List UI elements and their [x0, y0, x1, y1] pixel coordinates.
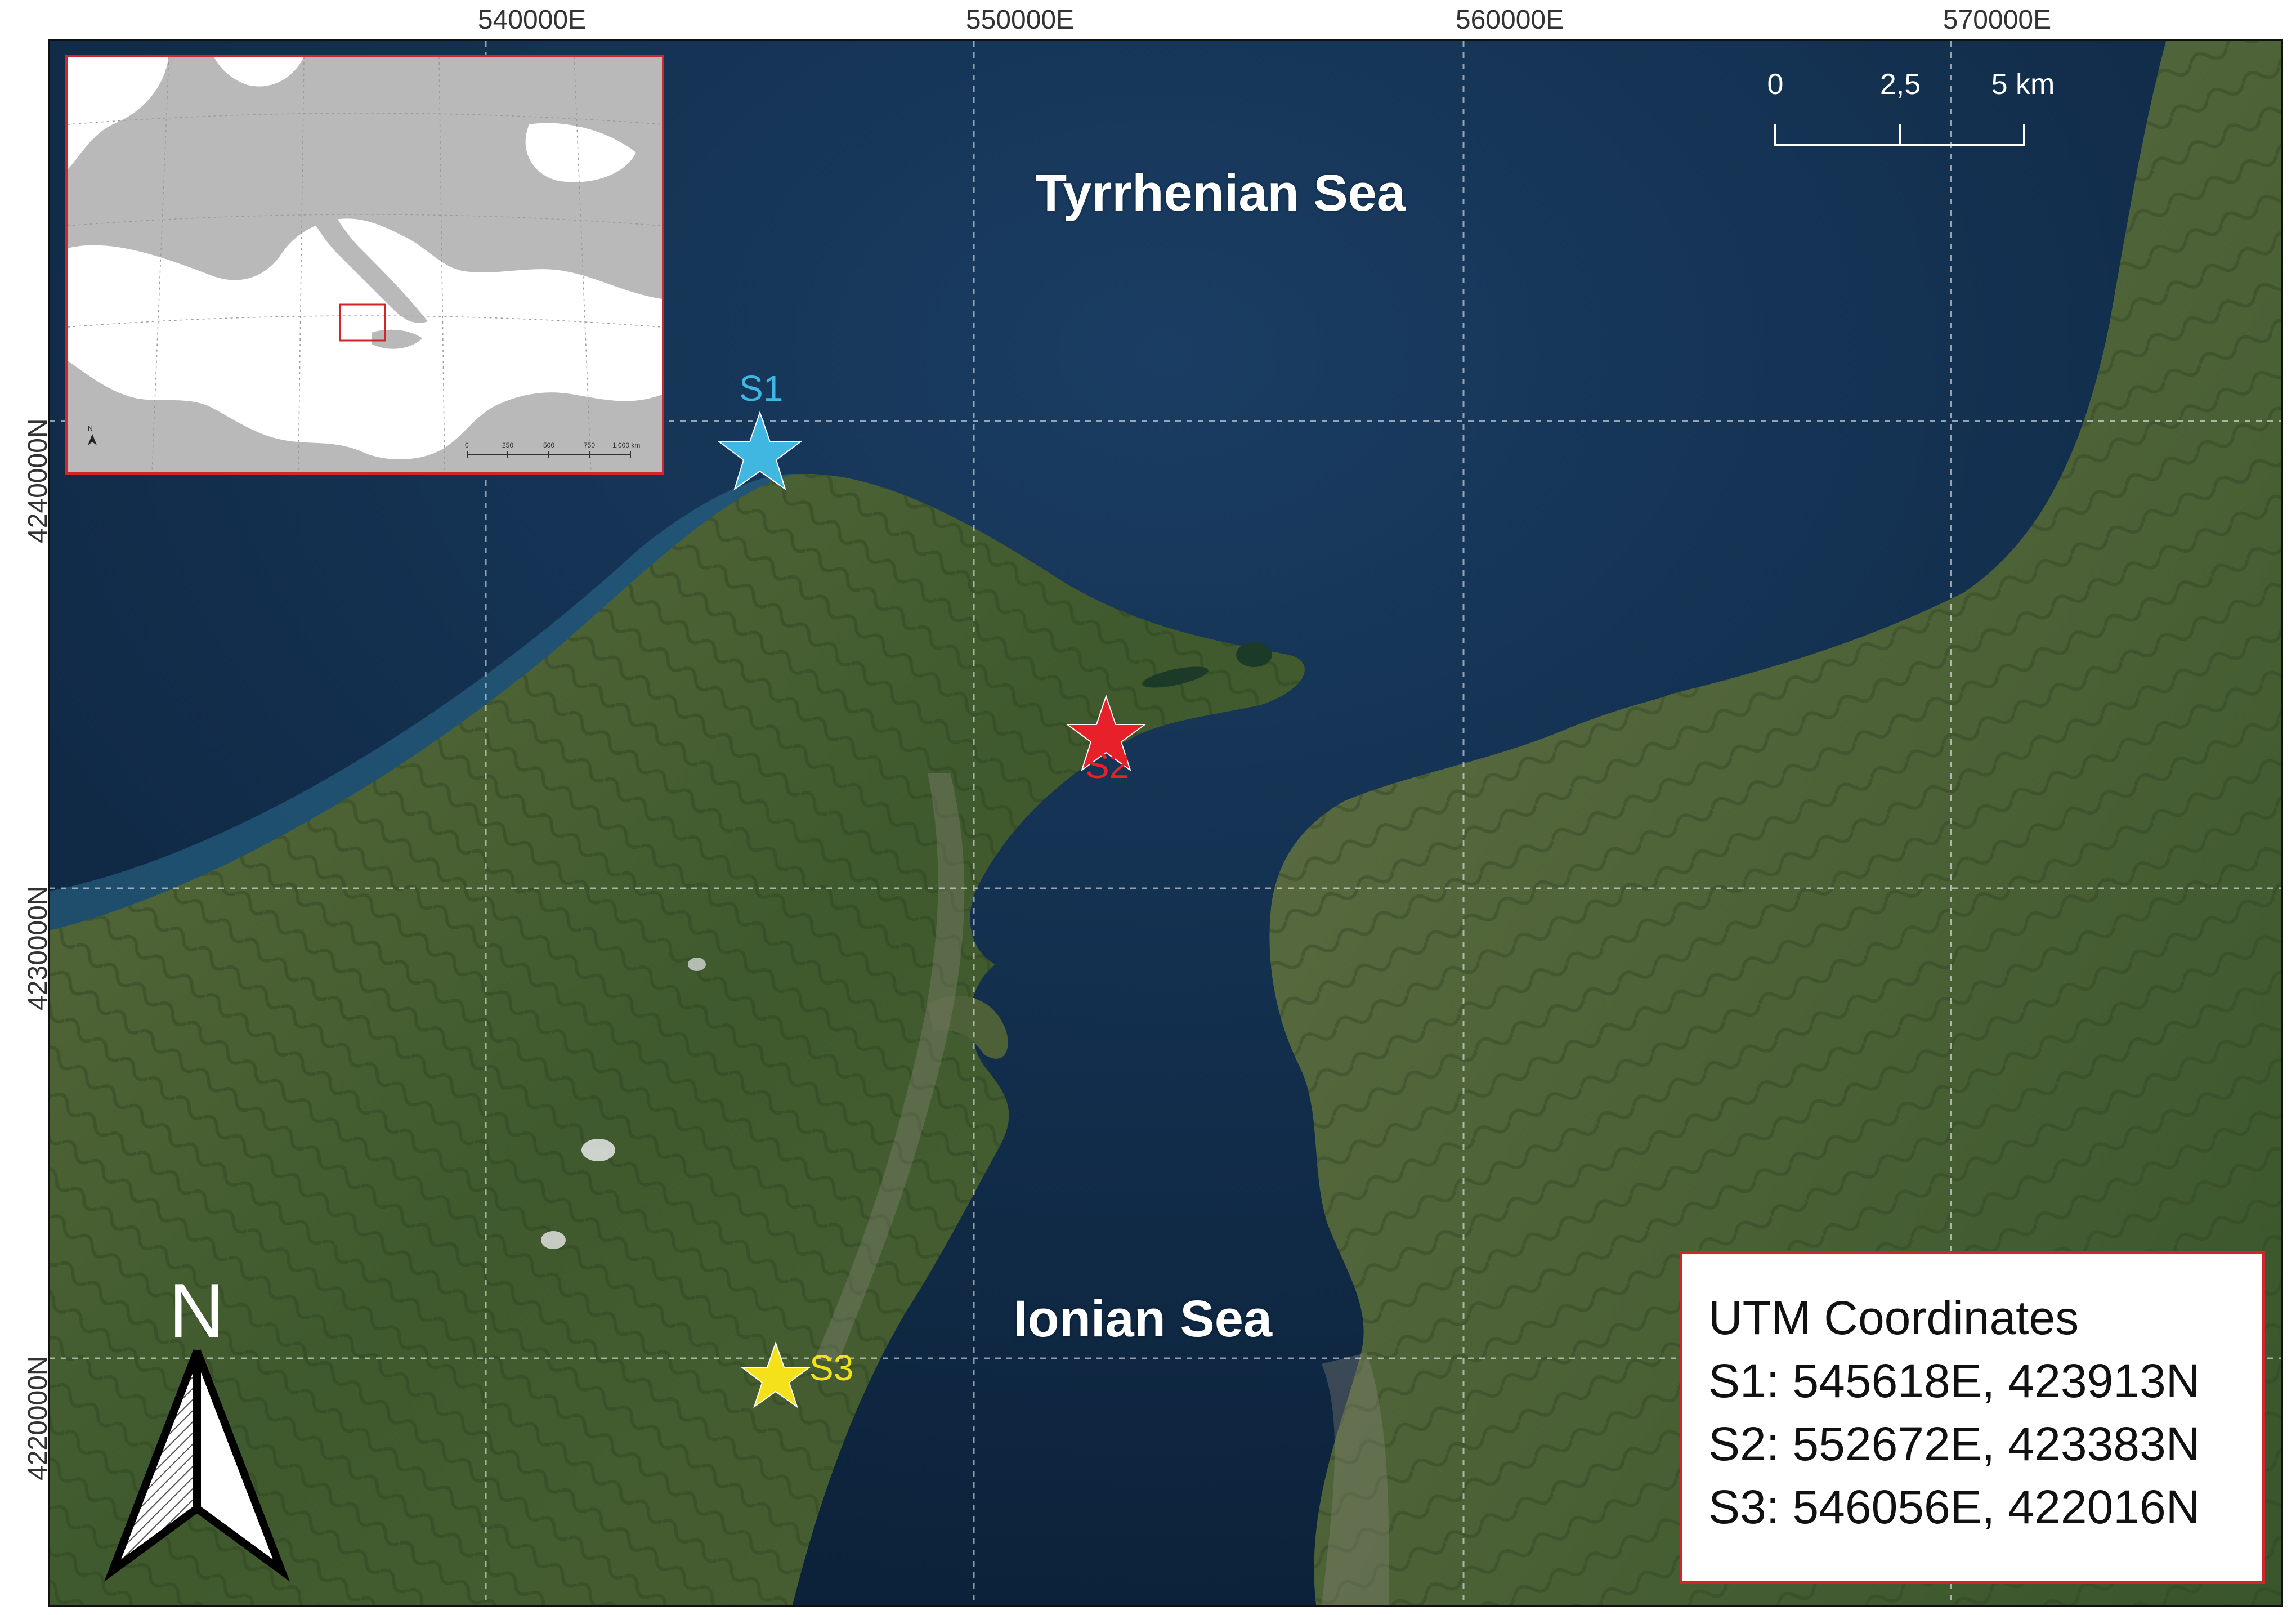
coordinates-line: S2: 552672E, 423383N	[1708, 1417, 2200, 1470]
easting-tick-label: 560000E	[1455, 5, 1564, 35]
scale-bar-graphic	[1774, 124, 2025, 146]
north-arrow-icon	[104, 1349, 290, 1582]
cloud	[541, 1231, 566, 1249]
lagoon	[1236, 642, 1272, 667]
coordinates-legend: UTM Coordinates S1: 545618E, 423913N S2:…	[1680, 1251, 2265, 1584]
inset-map-graphic: N 0 250 500 750 1,000 km	[68, 57, 662, 472]
coordinates-line: S1: 545618E, 423913N	[1708, 1354, 2200, 1407]
cloud	[581, 1139, 615, 1161]
inset-north-label: N	[88, 424, 93, 432]
sea-label-ionian: Ionian Sea	[1013, 1290, 1273, 1348]
inset-scale-label: 1,000 km	[612, 441, 640, 449]
inset-scale-label: 750	[584, 441, 595, 449]
site-label-s3: S3	[809, 1348, 854, 1388]
coordinates-title: UTM Coordinates	[1708, 1291, 2079, 1344]
inset-scale-label: 0	[465, 441, 469, 449]
easting-tick-label: 570000E	[1943, 5, 2052, 35]
inset-scale-label: 250	[502, 441, 513, 449]
easting-tick-label: 540000E	[477, 5, 587, 35]
sea-label-tyrrhenian: Tyrrhenian Sea	[1035, 164, 1406, 222]
site-label-s2: S2	[1085, 745, 1130, 786]
site-label-s1: S1	[739, 368, 784, 409]
cloud	[688, 958, 706, 971]
scale-bar: 0 2,5 5 km	[1767, 68, 2055, 158]
north-arrow: N	[101, 1267, 293, 1582]
coordinates-line: S3: 546056E, 422016N	[1708, 1480, 2200, 1533]
easting-tick-label: 550000E	[965, 5, 1075, 35]
inset-scale-label: 500	[543, 441, 554, 449]
inset-map: N 0 250 500 750 1,000 km	[65, 55, 664, 475]
north-arrow-label: N	[169, 1268, 225, 1353]
